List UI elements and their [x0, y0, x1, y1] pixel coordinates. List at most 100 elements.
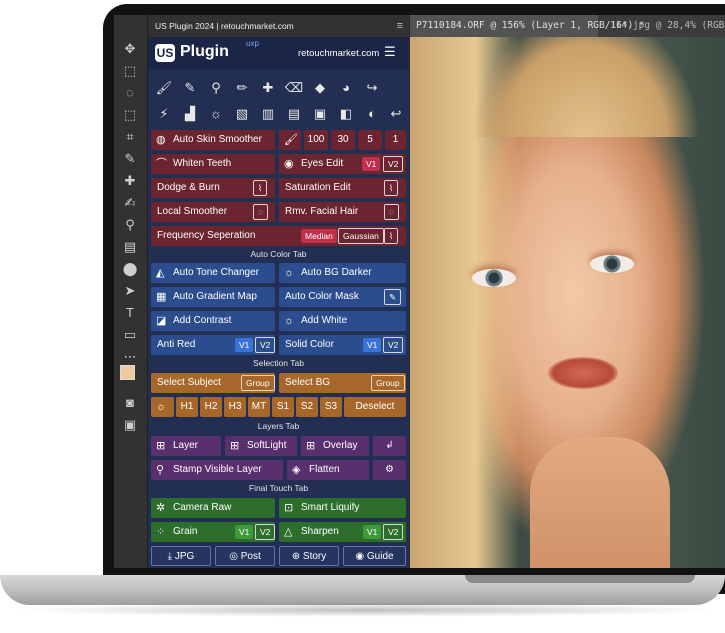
stamp-visible-layer-button[interactable]: ⚲ Stamp Visible Layer — [151, 460, 283, 480]
lasso-icon[interactable]: ◌ — [384, 204, 400, 220]
export-post-button[interactable]: ◎ Post — [215, 546, 275, 566]
wand-icon[interactable]: ⚡ — [153, 103, 175, 125]
quick-mask-icon[interactable]: ◙ — [119, 393, 141, 413]
lasso-tool-icon[interactable]: ◌ — [119, 83, 141, 103]
h3-button[interactable]: H3 — [224, 397, 246, 417]
dodge-tool-icon[interactable]: ⬤ — [119, 259, 141, 279]
median-chip[interactable]: Median — [301, 229, 337, 243]
select-tool-icon[interactable]: ⬚ — [119, 105, 141, 125]
add-layer-button[interactable]: ⊞ Layer — [151, 436, 221, 456]
export-jpg-button[interactable]: ⤓ JPG — [151, 546, 211, 566]
eraser-icon[interactable]: ◆ — [309, 77, 331, 99]
panel-menu-icon[interactable]: ≡ — [390, 15, 403, 37]
grain-v2-chip[interactable]: V2 — [255, 524, 275, 540]
heal-tool-icon[interactable]: ✚ — [119, 171, 141, 191]
subject-group-chip[interactable]: Group — [241, 375, 275, 391]
gaussian-chip[interactable]: Gaussian — [338, 228, 384, 244]
brush-value-30[interactable]: 30 — [331, 130, 355, 150]
h2-button[interactable]: H2 — [200, 397, 222, 417]
eyedropper-tool-icon[interactable]: ✎ — [119, 149, 141, 169]
sharpen-v1-chip[interactable]: V1 — [363, 525, 382, 539]
sun-select-button[interactable]: ☼ — [151, 397, 174, 417]
bandage-icon[interactable]: ✚ — [257, 77, 279, 99]
deselect-button[interactable]: Deselect — [344, 397, 406, 417]
grain-button[interactable]: ⁘ Grain V1 V2 — [151, 522, 275, 542]
export-story-button[interactable]: ⊕ Story — [279, 546, 339, 566]
screen-mode-icon[interactable]: ▣ — [119, 415, 141, 435]
image-icon[interactable]: ▧ — [231, 103, 253, 125]
add-contrast-button[interactable]: ◪ Add Contrast — [151, 311, 275, 331]
type-tool-icon[interactable]: T — [119, 303, 141, 323]
add-white-button[interactable]: ☼ Add White — [279, 311, 406, 331]
guide-button[interactable]: ◉ Guide — [343, 546, 406, 566]
contrast-icon[interactable]: ◐ — [361, 103, 383, 125]
auto-bg-darker-button[interactable]: ☼ Auto BG Darker — [279, 263, 406, 283]
anti-red-v2-chip[interactable]: V2 — [255, 337, 275, 353]
undo-icon[interactable]: ↩ — [385, 103, 407, 125]
film-icon[interactable]: ▤ — [283, 103, 305, 125]
select-bg-button[interactable]: Select BG Group — [279, 373, 406, 393]
auto-skin-smoother-button[interactable]: ◍ Auto Skin Smoother — [151, 130, 275, 150]
tab-inactive-document[interactable]: 114.jpg @ 28,4% (RGB/8 — [610, 15, 725, 37]
redo-icon[interactable]: ↪ — [361, 77, 383, 99]
shape-tool-icon[interactable]: ▭ — [119, 325, 141, 345]
stamp-icon[interactable]: ⚲ — [205, 77, 227, 99]
anti-red-v1-chip[interactable]: V1 — [235, 338, 254, 352]
attach-icon[interactable]: ⌇ — [384, 180, 399, 196]
dropper-icon[interactable]: ✎ — [384, 289, 402, 305]
flatten-button[interactable]: ◈ Flatten — [287, 460, 369, 480]
sharpen-v2-chip[interactable]: V2 — [383, 524, 404, 540]
s3-button[interactable]: S3 — [320, 397, 342, 417]
layers-settings-button[interactable]: ⚙ — [373, 460, 406, 480]
crop-tool-icon[interactable]: ⌗ — [119, 127, 141, 147]
s1-button[interactable]: S1 — [272, 397, 294, 417]
solid-color-button[interactable]: Solid Color V1 V2 — [279, 335, 406, 355]
gradient-tool-icon[interactable]: ▤ — [119, 237, 141, 257]
saturation-edit-button[interactable]: Saturation Edit ⌇ — [279, 178, 406, 198]
eyes-v1-chip[interactable]: V1 — [362, 157, 381, 171]
histogram-icon[interactable]: ▟ — [179, 103, 201, 125]
attach-icon[interactable]: ⌇ — [253, 180, 268, 196]
overlay-button[interactable]: ⊞ Overlay — [301, 436, 369, 456]
brush-value-100[interactable]: 100 — [304, 130, 328, 150]
lasso-icon[interactable]: ◌ — [253, 204, 269, 220]
dodge-burn-button[interactable]: Dodge & Burn ⌇ — [151, 178, 275, 198]
eyes-v2-chip[interactable]: V2 — [383, 156, 404, 172]
hamburger-icon[interactable]: ☰ — [384, 44, 396, 60]
brightness-icon[interactable]: ☼ — [205, 103, 227, 125]
eyes-edit-button[interactable]: ◉ Eyes Edit V1 V2 — [279, 154, 406, 174]
chip-icon[interactable]: ▣ — [309, 103, 331, 125]
more-tools-icon[interactable]: ⋯ — [119, 347, 141, 367]
brush-tool-icon[interactable]: ✍ — [119, 193, 141, 213]
brush-value-1[interactable]: 1 — [385, 130, 406, 150]
foreground-color-swatch[interactable] — [120, 365, 135, 380]
levels-icon[interactable]: ▥ — [257, 103, 279, 125]
smart-liquify-button[interactable]: ⊡ Smart Liquify — [279, 498, 406, 518]
frequency-separation-button[interactable]: Frequency Seperation Median Gaussian ⌇ — [151, 226, 406, 246]
site-link[interactable]: retouchmarket.com — [298, 48, 379, 59]
move-tool-icon[interactable]: ✥ — [119, 39, 141, 59]
brush-value-5[interactable]: 5 — [358, 130, 382, 150]
gradient-square-icon[interactable]: ◧ — [335, 103, 357, 125]
stamp-tool-icon[interactable]: ⚲ — [119, 215, 141, 235]
softlight-button[interactable]: ⊞ SoftLight — [225, 436, 297, 456]
brush-icon[interactable]: 🖌 — [153, 77, 175, 99]
marquee-tool-icon[interactable]: ⬚ — [119, 61, 141, 81]
auto-tone-changer-button[interactable]: ◭ Auto Tone Changer — [151, 263, 275, 283]
path-select-tool-icon[interactable]: ➤ — [119, 281, 141, 301]
brush-size-icon-button[interactable]: 🖌 — [279, 130, 301, 150]
bg-group-chip[interactable]: Group — [371, 375, 405, 391]
sharpen-button[interactable]: △ Sharpen V1 V2 — [279, 522, 406, 542]
local-smoother-button[interactable]: Local Smoother ◌ — [151, 202, 275, 222]
auto-color-mask-button[interactable]: Auto Color Mask ✎ — [279, 287, 406, 307]
auto-gradient-map-button[interactable]: ▦ Auto Gradient Map — [151, 287, 275, 307]
fine-brush-icon[interactable]: ✎ — [179, 77, 201, 99]
h1-button[interactable]: H1 — [176, 397, 198, 417]
solid-v1-chip[interactable]: V1 — [363, 338, 382, 352]
s2-button[interactable]: S2 — [296, 397, 318, 417]
tab-active-document[interactable]: P7110184.ORF @ 156% (Layer 1, RGB/16*) * — [410, 15, 645, 37]
fill-icon[interactable]: ◕ — [335, 77, 357, 99]
mt-button[interactable]: MT — [248, 397, 270, 417]
canvas-photo[interactable] — [410, 37, 725, 568]
grain-v1-chip[interactable]: V1 — [235, 525, 254, 539]
